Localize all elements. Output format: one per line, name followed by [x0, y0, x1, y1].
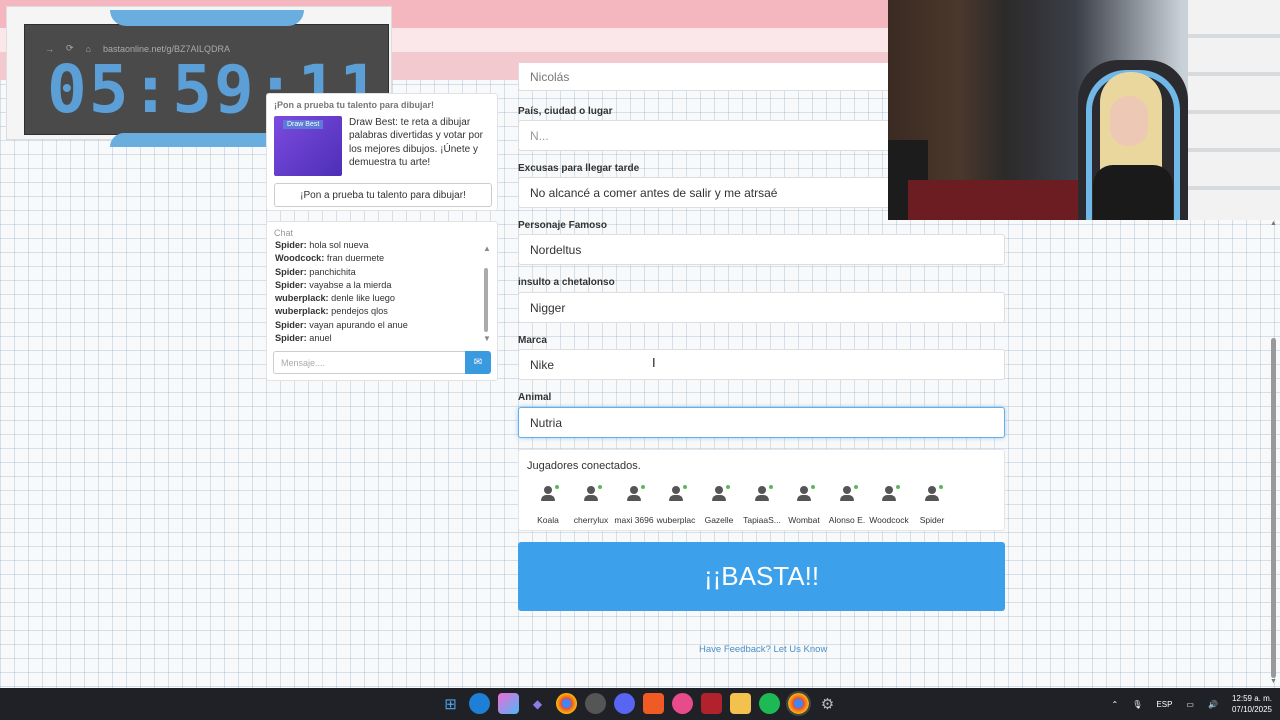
player-item: Alonso E. — [825, 485, 869, 525]
chat-message: wuberplack: denle like luego — [275, 293, 396, 304]
message-icon: ✉ — [473, 357, 483, 368]
chat-title: Chat — [274, 228, 294, 238]
chrome-icon[interactable] — [556, 693, 577, 714]
text-cursor-icon: I — [652, 355, 656, 370]
animal-field[interactable]: Nutria — [518, 407, 1005, 438]
visual-studio-icon[interactable]: ◆ — [527, 693, 548, 714]
connected-players-panel: Jugadores conectados. Koala cherrylux ma… — [518, 449, 1005, 531]
page-scrollbar[interactable]: ▲ ▼ — [1268, 220, 1278, 688]
clock[interactable]: 12:59 a. m. 07/10/2025 — [1232, 693, 1272, 715]
clock-date: 07/10/2025 — [1231, 705, 1272, 714]
famous-field[interactable]: Nordeltus — [518, 234, 1005, 265]
brand-field[interactable]: Nike — [518, 349, 1005, 380]
promo-card: ¡Pon a prueba tu talento para dibujar! D… — [266, 93, 498, 211]
player-item: maxi 3696 — [612, 485, 656, 525]
player-item: Gazelle — [697, 485, 741, 525]
basta-button[interactable]: ¡¡BASTA!! — [518, 542, 1005, 611]
user-icon — [924, 485, 943, 502]
webcam-person — [1110, 96, 1148, 146]
webcam-overlay — [888, 0, 1280, 220]
chat-messages: Spider: hola sol nueva Woodcock: fran du… — [275, 239, 480, 347]
webcam-shelf — [1188, 0, 1280, 220]
discord-icon[interactable] — [614, 693, 635, 714]
promo-image-label: Draw Best — [283, 120, 324, 129]
field-label: Excusas para llegar tarde — [518, 163, 640, 174]
taskbar-icons: ⊞ ◆ ⚙ — [440, 691, 838, 716]
file-explorer-icon[interactable] — [730, 693, 751, 714]
user-icon — [711, 485, 730, 502]
player-item: wuberplac — [654, 485, 698, 525]
game-icon[interactable] — [701, 693, 722, 714]
volume-icon[interactable]: 🔊 — [1208, 700, 1218, 709]
clock-time: 12:59 a. m. — [1231, 694, 1272, 703]
user-star-icon — [839, 485, 858, 502]
user-icon — [796, 485, 815, 502]
player-item: Woodcock — [867, 485, 911, 525]
chat-scrollbar[interactable]: ▲ ▼ — [482, 244, 491, 344]
chat-message: Spider: anuel — [275, 333, 332, 344]
page-scroll-thumb[interactable] — [1271, 338, 1276, 678]
timer-tab-top — [110, 10, 304, 26]
player-item: TapiaaS... — [740, 485, 784, 525]
app-icon[interactable] — [672, 693, 693, 714]
promo-title: ¡Pon a prueba tu talento para dibujar! — [274, 100, 435, 110]
user-icon — [583, 485, 602, 502]
chat-message-input[interactable]: Mensaje.... — [273, 351, 466, 374]
settings-icon[interactable]: ⚙ — [817, 693, 838, 714]
user-icon — [668, 485, 687, 502]
microphone-icon[interactable]: 🎙 — [1132, 700, 1142, 709]
edge-icon[interactable] — [469, 693, 490, 714]
system-tray: ⌃ 🎙 ESP ▭ 🔊 12:59 a. m. 07/10/2025 — [1112, 688, 1272, 720]
chat-send-button[interactable]: ✉ — [465, 351, 491, 374]
chat-message: Spider: vayan apurando el anue — [275, 319, 408, 330]
language-indicator[interactable]: ESP — [1156, 700, 1172, 709]
windows-start-icon[interactable]: ⊞ — [440, 693, 461, 714]
chat-message: wuberplack: pendejos qlos — [275, 306, 388, 317]
brave-icon[interactable] — [643, 693, 664, 714]
player-item: Koala — [526, 485, 570, 525]
user-icon — [881, 485, 900, 502]
copilot-icon[interactable] — [498, 693, 519, 714]
feedback-link[interactable]: Have Feedback? Let Us Know — [699, 644, 827, 655]
user-icon — [540, 485, 559, 502]
field-label: Personaje Famoso — [518, 220, 607, 231]
user-icon — [626, 485, 645, 502]
chat-message: Spider: panchichita — [275, 266, 356, 277]
field-label: insulto a chetalonso — [518, 277, 615, 288]
chat-panel: Chat Spider: hola sol nueva Woodcock: fr… — [266, 221, 498, 381]
user-icon — [754, 485, 773, 502]
chevron-up-icon[interactable]: ⌃ — [1112, 700, 1119, 709]
obs-icon[interactable] — [585, 693, 606, 714]
chat-message: Spider: hola sol nueva — [275, 240, 369, 250]
chat-scroll-thumb[interactable] — [484, 268, 488, 332]
field-label: País, ciudad o lugar — [518, 106, 613, 117]
insult-field[interactable]: Nigger — [518, 292, 1005, 323]
players-title: Jugadores conectados. — [527, 460, 641, 472]
field-label: Animal — [518, 392, 552, 403]
scroll-down-icon[interactable]: ▼ — [483, 334, 491, 343]
player-item: cherrylux — [569, 485, 613, 525]
player-item: Spider — [910, 485, 954, 525]
page-scroll-up-icon[interactable]: ▲ — [1270, 220, 1277, 227]
chrome-active-icon[interactable] — [786, 691, 811, 716]
promo-text: Draw Best: te reta a dibujar palabras di… — [349, 117, 483, 169]
network-icon[interactable]: ▭ — [1186, 700, 1194, 709]
field-label: Marca — [518, 335, 547, 346]
chat-message: Spider: vayabse a la mierda — [275, 279, 392, 290]
promo-button[interactable]: ¡Pon a prueba tu talento para dibujar! — [274, 183, 492, 207]
chat-message: Woodcock: fran duermete — [275, 253, 385, 264]
taskbar: ⊞ ◆ ⚙ ⌃ 🎙 ESP ▭ 🔊 12:59 a. m. 07/10/2025 — [0, 688, 1280, 720]
page-scroll-down-icon[interactable]: ▼ — [1270, 678, 1277, 685]
spotify-icon[interactable] — [759, 693, 780, 714]
player-item: Wombat — [782, 485, 826, 525]
scroll-up-icon[interactable]: ▲ — [483, 244, 491, 253]
